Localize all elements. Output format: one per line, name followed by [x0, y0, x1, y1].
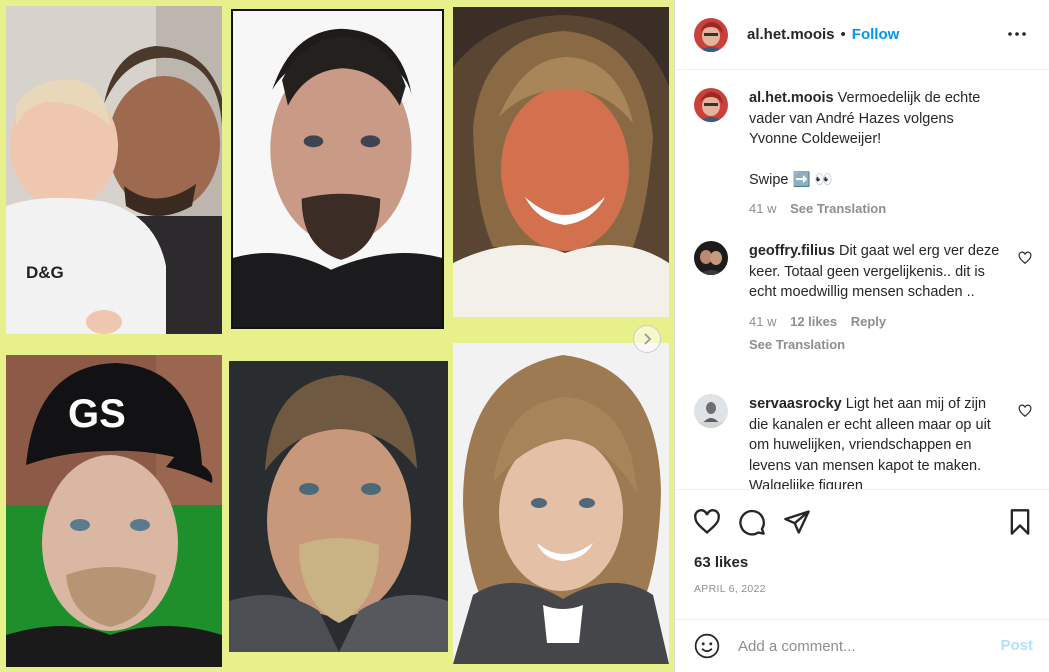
see-translation-link[interactable]: See Translation [749, 337, 845, 352]
collage-photo-man-goatee [231, 9, 444, 329]
separator-dot: • [840, 26, 846, 43]
post-author-username[interactable]: al.het.moois [747, 26, 835, 43]
avatar[interactable] [694, 394, 728, 428]
reply-button[interactable]: Reply [851, 314, 886, 329]
chevron-right-icon [644, 333, 652, 345]
comment-input[interactable] [738, 634, 988, 658]
emoji-icon[interactable] [694, 633, 720, 659]
caption-username[interactable]: al.het.moois [749, 90, 834, 106]
avatar[interactable] [694, 88, 728, 122]
comments-list[interactable]: al.het.moois Vermoedelijk de echte vader… [676, 71, 1049, 489]
post-comment-button[interactable]: Post [1000, 637, 1033, 654]
comment-item: geoffry.filius Dit gaat wel erg ver deze… [694, 241, 1034, 371]
comment-composer: Post [676, 619, 1049, 672]
send-icon[interactable] [783, 508, 811, 536]
comment-item: servaasrocky Ligt het aan mij of zijn di… [694, 394, 1034, 489]
caption-entry: al.het.moois Vermoedelijk de echte vader… [694, 88, 1034, 228]
post-header: al.het.moois • Follow [676, 0, 1049, 70]
collage-photo-young-man-scarf [453, 343, 669, 664]
bookmark-icon[interactable] [1006, 508, 1034, 536]
heart-icon[interactable] [1018, 251, 1032, 265]
collage-photo-man-with-cap: GS [6, 355, 222, 667]
see-translation-link[interactable]: See Translation [790, 201, 886, 216]
comment-timestamp: 41 w [749, 313, 777, 329]
comment-likes-link[interactable]: 12 likes [790, 314, 837, 329]
post-date: APRIL 6, 2022 [694, 583, 766, 595]
caption-text-swipe: Swipe ➡️ 👀 [749, 171, 833, 188]
comment-username[interactable]: servaasrocky [749, 396, 842, 412]
comment-icon[interactable] [738, 508, 766, 536]
heart-icon[interactable] [693, 508, 721, 536]
comment-username[interactable]: geoffry.filius [749, 243, 835, 259]
heart-icon[interactable] [1018, 404, 1032, 418]
more-horizontal-icon[interactable] [1005, 22, 1029, 46]
baby-shirt-logo: D&G [26, 263, 64, 282]
follow-button[interactable]: Follow [852, 26, 900, 43]
caption-timestamp: 41 w [749, 201, 777, 216]
avatar[interactable] [694, 17, 728, 52]
collage-photo-man-slicked-hair [229, 361, 448, 652]
carousel-next-button[interactable] [633, 325, 661, 353]
post-actions: 63 likes APRIL 6, 2022 [676, 489, 1049, 639]
cap-logo: GS [68, 392, 126, 436]
likes-count[interactable]: 63 likes [694, 554, 748, 571]
collage-photo-man-long-hair [453, 7, 669, 317]
avatar[interactable] [694, 241, 728, 275]
post-media-carousel[interactable]: D&G GS [0, 0, 675, 672]
post-side-panel: al.het.moois • Follow al.het.moois Vermo… [676, 0, 1049, 672]
collage-photo-man-with-baby: D&G [6, 6, 222, 334]
